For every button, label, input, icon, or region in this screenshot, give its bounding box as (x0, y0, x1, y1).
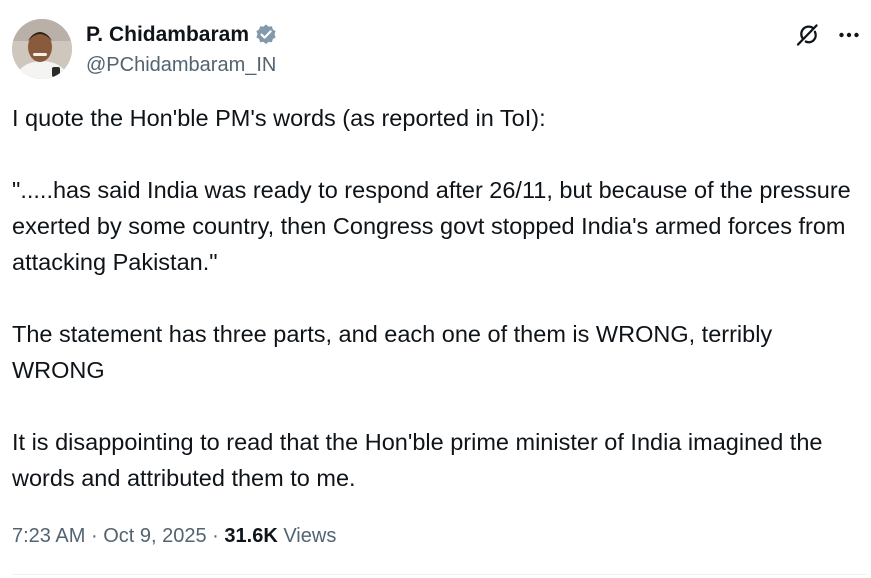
verified-badge-icon[interactable] (254, 23, 278, 47)
grok-icon (796, 24, 818, 46)
tweet-date[interactable]: Oct 9, 2025 (103, 525, 206, 547)
grok-button[interactable] (790, 18, 824, 52)
author-name-row: P. Chidambaram (86, 21, 278, 49)
tweet-card: P. Chidambaram @PChidambaram_IN I quote … (0, 0, 871, 578)
tweet-meta: 7:23 AM · Oct 9, 2025 · 31.6K Views (12, 522, 336, 550)
tweet-paragraph: ".....has said India was ready to respon… (12, 177, 858, 275)
tweet-paragraph: The statement has three parts, and each … (12, 321, 779, 383)
tweet-paragraph: It is disappointing to read that the Hon… (12, 429, 830, 491)
avatar[interactable] (12, 19, 72, 79)
author-display-name[interactable]: P. Chidambaram (86, 21, 249, 49)
more-options-button[interactable] (832, 18, 866, 52)
views-label: Views (283, 525, 337, 547)
tweet-text: I quote the Hon'ble PM's words (as repor… (12, 100, 862, 496)
avatar-image (12, 19, 72, 79)
divider (12, 574, 867, 575)
meta-separator: · (90, 525, 98, 547)
meta-separator: · (212, 525, 219, 547)
more-horizontal-icon (839, 32, 859, 38)
views-count: 31.6K (224, 525, 278, 547)
tweet-paragraph: I quote the Hon'ble PM's words (as repor… (12, 105, 546, 131)
tweet-time[interactable]: 7:23 AM (12, 525, 85, 547)
author-handle[interactable]: @PChidambaram_IN (86, 52, 276, 78)
